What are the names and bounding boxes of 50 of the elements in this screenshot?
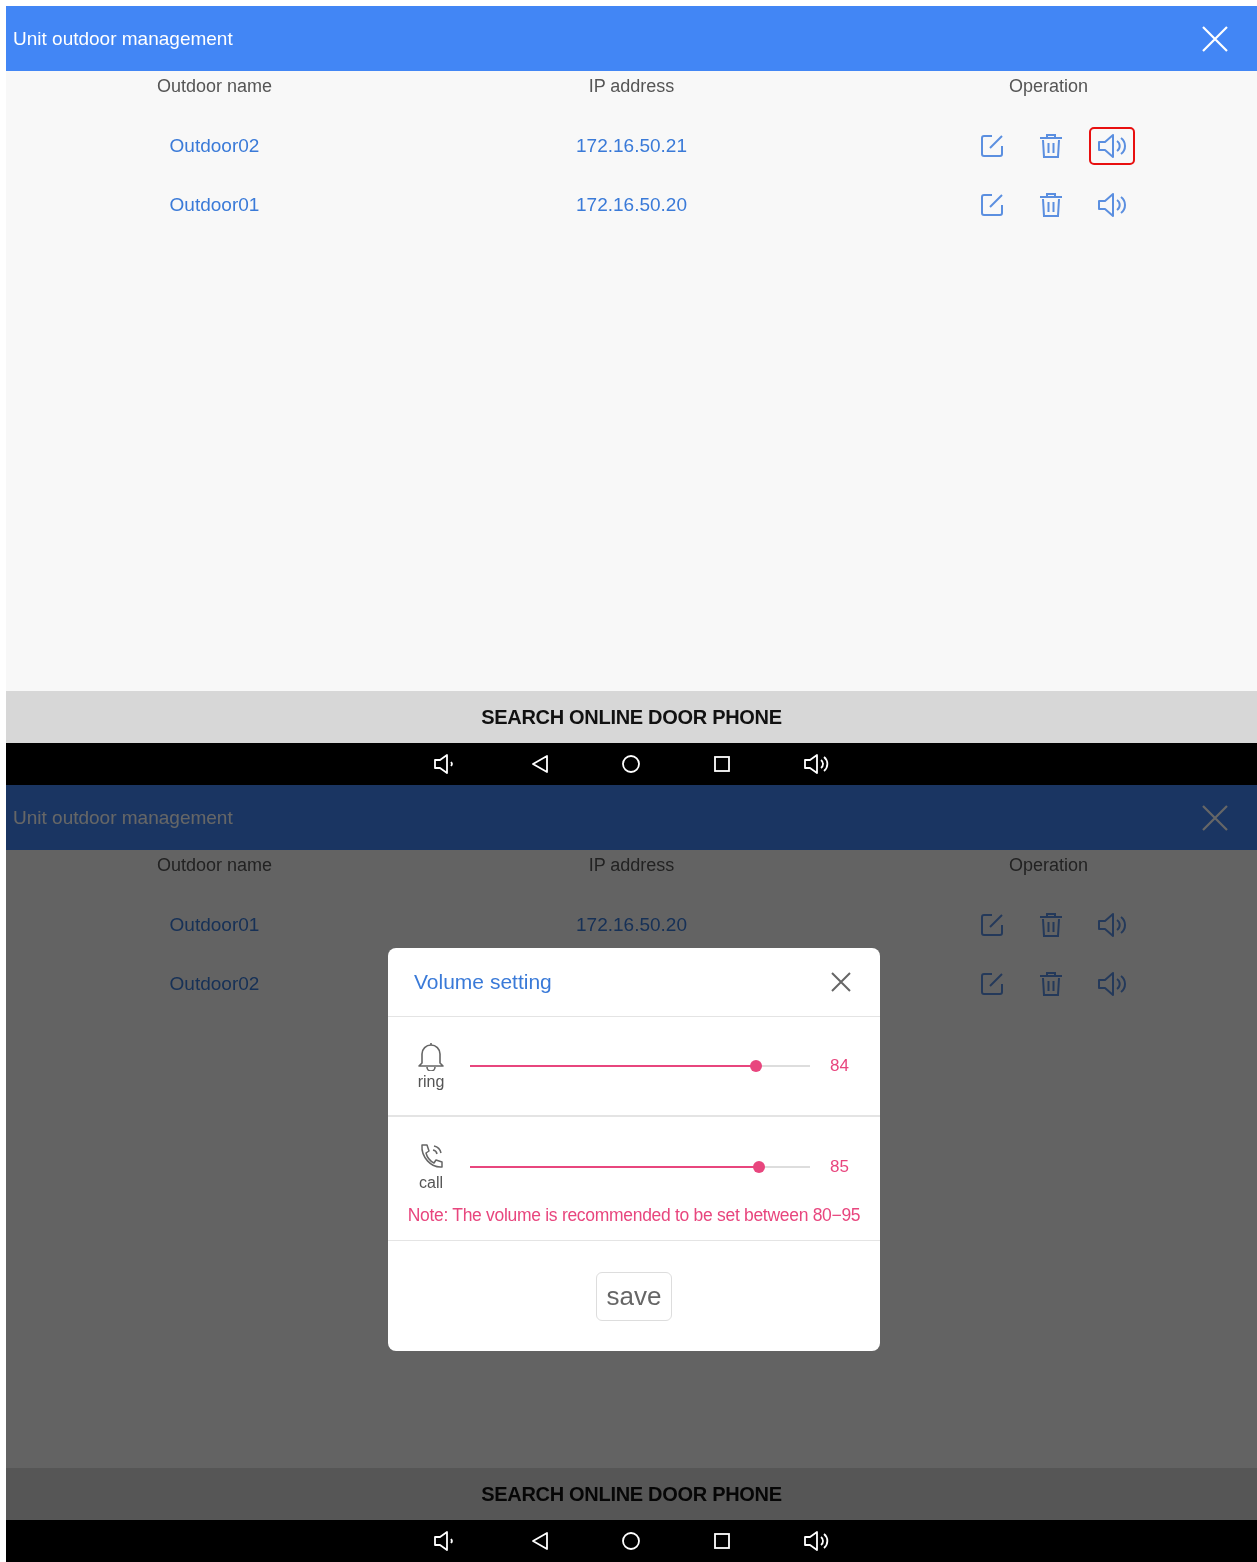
table-cell: 172.16.50.20 <box>576 913 687 936</box>
home-icon[interactable] <box>620 754 641 774</box>
channel-label: call <box>419 1174 443 1192</box>
edit-icon <box>978 911 1005 938</box>
trash-icon <box>1038 191 1063 218</box>
save-button[interactable]: save <box>595 1271 673 1321</box>
recents-icon[interactable] <box>712 1532 731 1550</box>
volume-value: 85 <box>830 1157 850 1177</box>
dialog-title: Volume setting <box>414 970 552 994</box>
volume-up-icon[interactable] <box>802 1530 831 1552</box>
close-button[interactable] <box>830 971 852 993</box>
trash-icon <box>1038 132 1063 159</box>
speaker-icon <box>1096 132 1127 159</box>
trash-icon <box>1038 911 1063 938</box>
table-cell: 172.16.50.20 <box>576 193 687 216</box>
volume-up-icon[interactable] <box>802 753 831 775</box>
table-cell: Outdoor02 <box>169 972 260 995</box>
slider-thumb[interactable] <box>749 1060 762 1072</box>
column-header: Outdoor name <box>156 854 273 876</box>
column-header: Operation <box>1008 75 1089 97</box>
edit-icon <box>978 132 1005 159</box>
volume-value: 84 <box>830 1056 850 1076</box>
back-icon[interactable] <box>530 1531 549 1551</box>
speaker-icon <box>1096 191 1127 218</box>
trash-icon <box>1038 970 1063 997</box>
edit-icon <box>978 191 1005 218</box>
column-header: IP address <box>588 75 675 97</box>
recents-icon[interactable] <box>712 755 731 773</box>
slider-thumb[interactable] <box>753 1161 765 1173</box>
table-cell: Outdoor01 <box>169 913 260 936</box>
bell-icon <box>417 1041 445 1071</box>
table-cell: 172.16.50.21 <box>576 134 687 157</box>
back-icon[interactable] <box>530 754 549 774</box>
edit-icon <box>978 970 1005 997</box>
volume-slider[interactable] <box>470 1161 810 1173</box>
channel-label: ring <box>417 1073 445 1091</box>
header-title: Unit outdoor management <box>13 806 233 829</box>
table-cell: Outdoor02 <box>169 134 260 157</box>
home-icon[interactable] <box>620 1531 641 1551</box>
volume-note: Note: The volume is recommended to be set between 80−95 <box>407 1205 861 1225</box>
column-header: Operation <box>1008 854 1089 876</box>
column-header: Outdoor name <box>156 75 273 97</box>
volume-slider[interactable] <box>470 1060 810 1072</box>
speaker-icon <box>1096 911 1127 938</box>
volume-button[interactable] <box>1088 126 1135 165</box>
header-title: Unit outdoor management <box>13 27 233 50</box>
table-cell: Outdoor01 <box>169 193 260 216</box>
column-header: IP address <box>588 854 675 876</box>
search-button[interactable]: SEARCH ONLINE DOOR PHONE <box>6 691 1257 743</box>
speaker-icon <box>1096 970 1127 997</box>
